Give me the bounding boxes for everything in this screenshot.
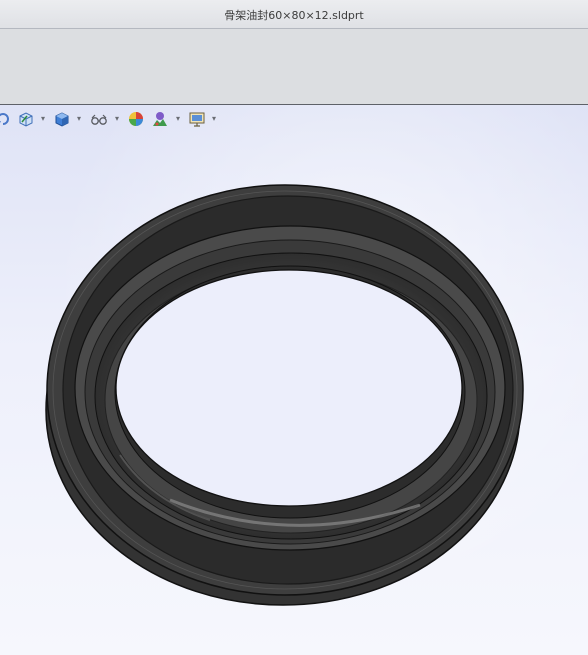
window-title: 骨架油封60×80×12.sldprt (224, 9, 364, 22)
title-bar: 骨架油封60×80×12.sldprt (0, 0, 588, 29)
oil-seal-ring (45, 184, 524, 606)
oil-seal-model[interactable] (0, 105, 588, 655)
graphics-area[interactable]: ▾ ▾ ▾ ▾ ▾ (0, 105, 588, 655)
command-ribbon (0, 29, 588, 105)
